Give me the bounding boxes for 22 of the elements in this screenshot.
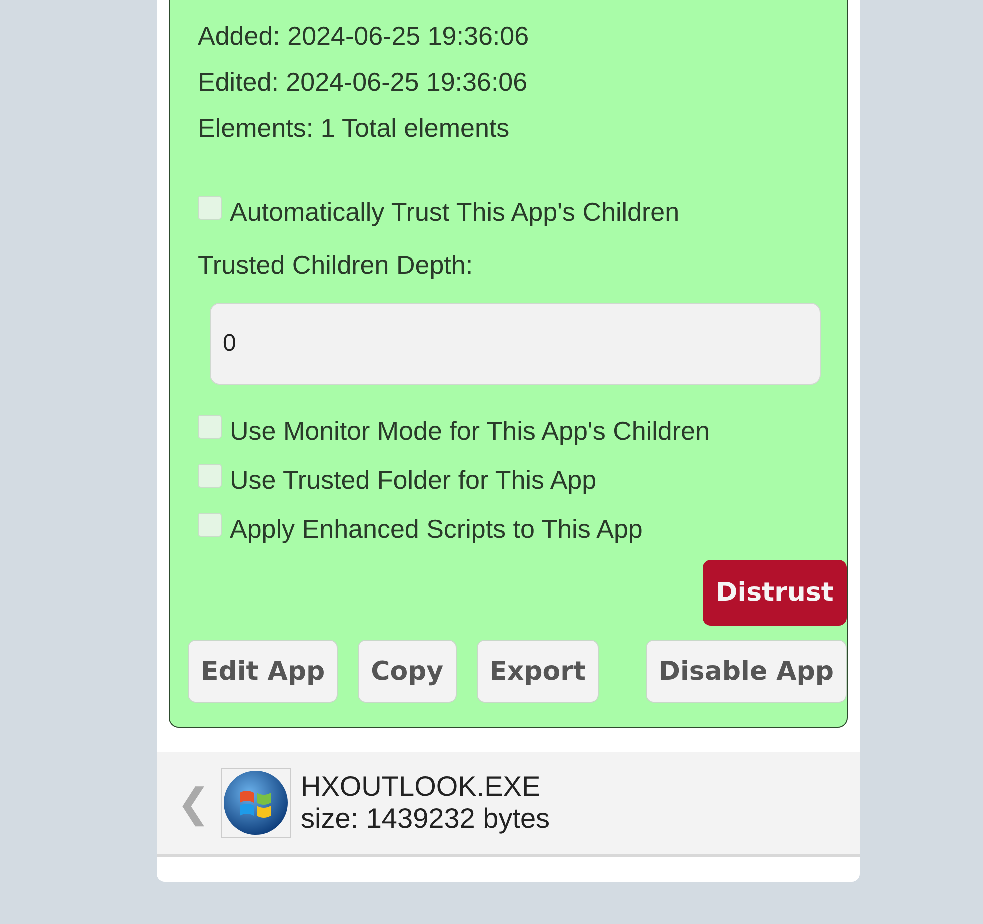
checkbox[interactable] — [198, 196, 222, 220]
action-button[interactable]: Disable App — [646, 640, 847, 703]
windows-logo-icon — [221, 768, 291, 838]
checkbox-label: Use Trusted Folder for This App — [230, 465, 597, 496]
checkbox[interactable] — [198, 512, 222, 536]
depth-field[interactable]: 0 — [210, 303, 821, 385]
checkbox[interactable] — [198, 464, 222, 488]
detail-text: Added: 2024-06-25 19:36:06 — [198, 20, 530, 53]
detail-text: Elements: 1 Total elements — [198, 112, 511, 145]
detail-text: Edited: 2024-06-25 19:36:06 — [198, 66, 529, 99]
app-name: HXOUTLOOK.EXE — [301, 771, 542, 803]
checkbox-label: Use Monitor Mode for This App's Children — [230, 416, 710, 447]
checkbox-label: Apply Enhanced Scripts to This App — [230, 514, 643, 545]
app-size: size: 1439232 bytes — [301, 803, 550, 835]
checkbox[interactable] — [198, 414, 222, 438]
checkbox-label: Automatically Trust This App's Children — [230, 197, 680, 228]
field-label: Trusted Children Depth: — [198, 249, 474, 282]
action-button[interactable]: Export — [476, 640, 599, 703]
action-button[interactable]: Copy — [358, 640, 457, 703]
app-row[interactable]: ❮ HXOUTLOOK.EXE size: 1439232 bytes — [157, 752, 860, 857]
action-button[interactable]: Edit App — [188, 640, 338, 703]
distrust-button[interactable]: Distrust — [703, 560, 847, 626]
